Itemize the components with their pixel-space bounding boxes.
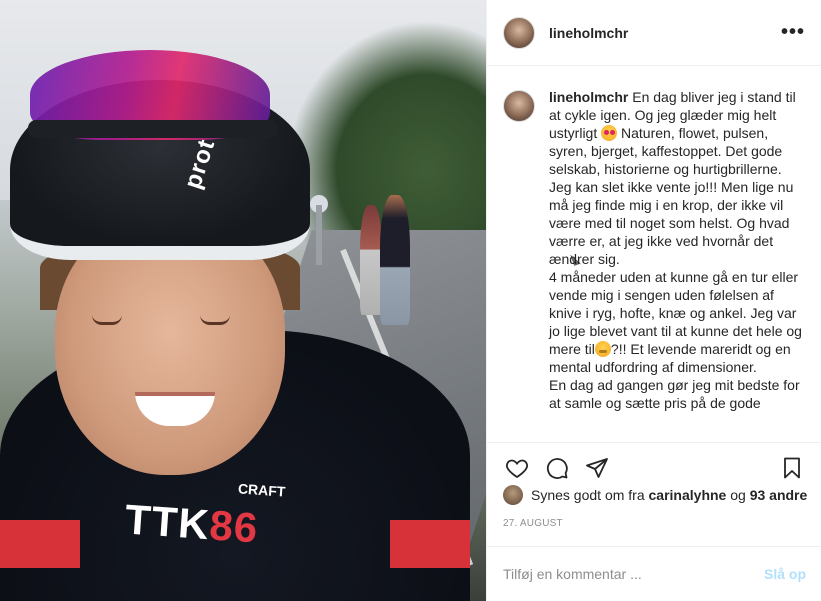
paper-plane-icon [586, 457, 608, 478]
jersey-text-red: 86 [208, 501, 260, 552]
author-username[interactable]: lineholmchr [549, 25, 628, 41]
caption-avatar[interactable] [503, 90, 535, 122]
post-comment-button[interactable]: Slå op [764, 566, 806, 582]
caption-p3: En dag ad gangen gør jeg mit bedste for … [549, 377, 800, 411]
post-side-panel: lineholmchr ••• lineholmchr En dag blive… [486, 0, 821, 601]
thinking-emoji-icon [594, 341, 611, 357]
comment-button[interactable] [543, 454, 571, 482]
post-modal: CRAFT TTK86 prot lineholmchr ••• linehol… [0, 0, 821, 601]
post-date[interactable]: 27. AUGUST [503, 518, 563, 529]
caption-area: lineholmchr En dag bliver jeg i stand ti… [487, 66, 821, 442]
post-photo[interactable]: CRAFT TTK86 prot [0, 0, 486, 601]
photo-background-person [380, 195, 410, 325]
caption-text: lineholmchr En dag bliver jeg i stand ti… [549, 88, 804, 442]
author-avatar[interactable] [503, 16, 535, 49]
likes-connector: og [730, 487, 746, 503]
liker-avatar[interactable] [503, 485, 523, 505]
like-button[interactable] [503, 454, 531, 482]
comment-bar: Slå op [487, 546, 821, 601]
likes-summary: Synes godt om fra carinalyhne og 93 andr… [503, 485, 807, 505]
photo-sign-post [316, 205, 322, 265]
comment-icon [546, 457, 568, 479]
likes-others-link[interactable]: 93 andre [750, 487, 808, 503]
photo-sleeve-left [0, 520, 80, 568]
caption-p1b: Naturen, flowet, pulsen, syren, bjerget,… [549, 125, 794, 267]
photo-visor-frame [28, 120, 278, 138]
liker-username[interactable]: carinalyhne [649, 487, 727, 503]
heart-icon [506, 459, 528, 478]
likes-prefix: Synes godt om fra [531, 487, 645, 503]
more-options-icon[interactable]: ••• [781, 21, 805, 44]
jersey-text-white: TTK [123, 495, 212, 549]
photo-jersey-text: TTK86 [123, 495, 260, 552]
photo-sleeve-right [390, 520, 470, 568]
post-header: lineholmchr ••• [487, 0, 821, 66]
comment-input[interactable] [503, 566, 764, 582]
photo-background-person [360, 205, 382, 315]
photo-jersey-brand: CRAFT [237, 480, 286, 500]
share-button[interactable] [583, 454, 611, 482]
bookmark-icon [784, 457, 800, 478]
caption-username[interactable]: lineholmchr [549, 89, 628, 105]
save-button[interactable] [778, 454, 806, 482]
heart-eyes-emoji-icon [601, 125, 618, 141]
